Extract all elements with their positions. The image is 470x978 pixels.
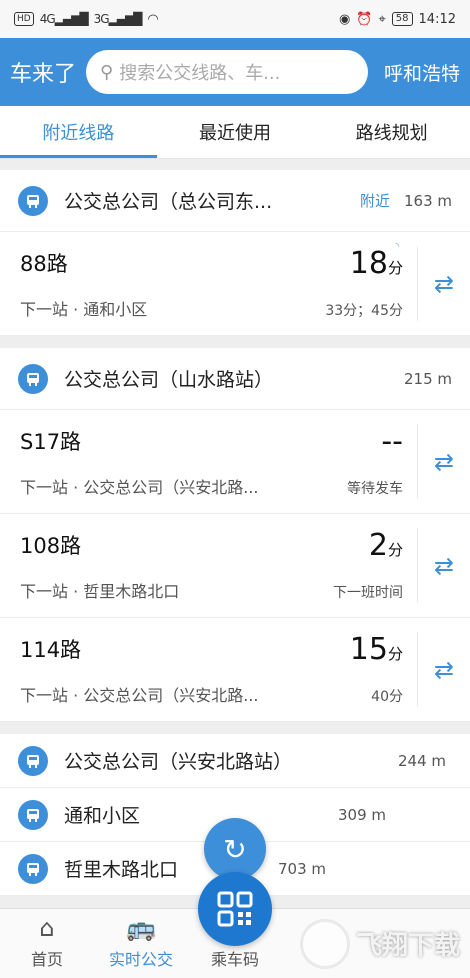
following-times: 40分 [371,689,403,705]
route-info: 114路 下一站 · 公交总公司（兴安北路... 15分 40分 [0,618,417,721]
status-bar: HD 4G▂▄▆█ 3G▂▄▆█ ◠ ◉ ⏰ ⌖ 58 14:12 [0,0,470,38]
status-left: HD 4G▂▄▆█ 3G▂▄▆█ ◠ [14,12,159,27]
following-times: 等待发车 [347,481,403,497]
watermark: 飞翔下载 [300,910,470,977]
city-selector[interactable]: 呼和浩特 [384,59,460,86]
bus-stop-icon [18,363,48,394]
watermark-text: 飞翔下载 [356,931,461,961]
nav-realtime-bus[interactable]: 🚌 实时公交 [94,909,188,978]
following-times: 下一班时间 [333,585,403,601]
tab-route-planning[interactable]: 路线规划 [313,106,470,158]
bus-stop-icon [18,799,48,830]
route-row[interactable]: 88路 下一站 · 通和小区 ◝ 18分 33分；45分 ⇄ [0,232,470,336]
hd-indicator: HD [14,12,34,26]
nav-home-label: 首页 [30,950,63,969]
watermark-logo-icon [300,918,350,969]
switch-direction-icon[interactable]: ⇄ [417,528,470,603]
switch-direction-icon[interactable]: ⇄ [417,424,470,499]
arrival-minutes: 15 [349,632,388,667]
route-name: S17路 [20,430,82,454]
arrival-unit: 分 [387,541,403,559]
nav-ride-code-label: 乘车码 [210,950,259,969]
arrival-time: 18分 [350,246,403,281]
search-input[interactable]: ⚲ 搜索公交线路、车... [86,50,368,94]
arrival-minutes: 2 [368,528,388,563]
status-right: ◉ ⏰ ⌖ 58 14:12 [339,12,456,27]
route-row[interactable]: 108路 下一站 · 哲里木路北口 2分 下一班时间 ⇄ [0,514,470,618]
route-name: 114路 [20,638,82,662]
stop-card: 公交总公司（山水路站） 215 m S17路 下一站 · 公交总公司（兴安北路.… [0,348,470,722]
tab-nearby-routes[interactable]: 附近线路 [0,106,157,158]
switch-direction-icon[interactable]: ⇄ [417,246,470,321]
bus-icon: 🚌 [126,914,156,942]
home-icon: ⌂ [39,914,55,942]
stop-distance: 309 m [338,805,387,824]
stop-name: 公交总公司（兴安北路站） [64,751,293,773]
stop-name: 通和小区 [64,805,141,827]
route-info: S17路 下一站 · 公交总公司（兴安北路... -- 等待发车 [0,410,417,513]
arrival-minutes: 18 [349,246,388,281]
qr-code-icon [217,891,253,927]
eye-icon: ◉ [338,11,351,27]
search-icon: ⚲ [100,61,114,83]
location-icon: ⌖ [378,11,386,27]
stop-header[interactable]: 公交总公司（总公司东... 附近 163 m [0,170,470,232]
battery-icon: 58 [391,12,413,26]
route-row[interactable]: 114路 下一站 · 公交总公司（兴安北路... 15分 40分 ⇄ [0,618,470,722]
route-info: 88路 下一站 · 通和小区 ◝ 18分 33分；45分 [0,232,417,335]
arrival-time: 2分 [369,528,403,563]
arrival-minutes: -- [381,424,403,459]
nav-home[interactable]: ⌂ 首页 [0,909,94,978]
route-next-stop: 下一站 · 公交总公司（兴安北路... [20,686,259,705]
wifi-icon: ◠ [147,11,159,27]
bus-stop-icon [18,853,48,884]
following-times: 33分；45分 [325,303,403,319]
refresh-icon: ↻ [223,832,247,866]
qr-code-button[interactable] [198,872,272,946]
arrival-time: -- [381,424,403,459]
stop-distance: 215 m [403,369,452,388]
nearby-tag: 附近 [359,192,390,210]
route-row[interactable]: S17路 下一站 · 公交总公司（兴安北路... -- 等待发车 ⇄ [0,410,470,514]
stop-distance: 244 m [398,751,447,770]
route-name: 88路 [20,252,68,276]
app-title: 车来了 [10,62,77,87]
route-info: 108路 下一站 · 哲里木路北口 2分 下一班时间 [0,514,417,617]
signal-3g-icon: 3G▂▄▆█ [93,12,143,26]
arrival-unit: 分 [387,645,403,663]
stop-distance: 163 m [403,191,452,210]
route-next-stop: 下一站 · 通和小区 [20,300,148,319]
bus-stop-icon [18,185,48,216]
arrival-time: 15分 [350,632,403,667]
signal-4g-icon: 4G▂▄▆█ [39,12,89,26]
tab-bar: 附近线路 最近使用 路线规划 [0,106,470,159]
stop-distance: 703 m [278,859,327,878]
nav-realtime-bus-label: 实时公交 [108,950,173,969]
search-placeholder: 搜索公交线路、车... [119,63,281,84]
stop-header[interactable]: 公交总公司（山水路站） 215 m [0,348,470,410]
nearby-stop-item[interactable]: 公交总公司（兴安北路站） 244 m [0,734,470,788]
status-time: 14:12 [418,11,456,27]
app-header: 车来了 ⚲ 搜索公交线路、车... 呼和浩特 [0,38,470,106]
route-name: 108路 [20,534,82,558]
switch-direction-icon[interactable]: ⇄ [417,632,470,707]
route-next-stop: 下一站 · 公交总公司（兴安北路... [20,478,259,497]
content-list: 公交总公司（总公司东... 附近 163 m 88路 下一站 · 通和小区 ◝ … [0,170,470,896]
stop-name: 公交总公司（总公司东... [64,191,273,213]
stop-name: 公交总公司（山水路站） [64,369,274,391]
signal-4g-label: 4G [39,12,56,26]
tab-recent[interactable]: 最近使用 [157,106,314,158]
signal-3g-label: 3G [93,12,110,26]
arrival-unit: 分 [387,259,403,277]
bus-stop-icon [18,745,48,776]
refresh-button[interactable]: ↻ [204,818,266,880]
stop-card: 公交总公司（总公司东... 附近 163 m 88路 下一站 · 通和小区 ◝ … [0,170,470,336]
alarm-icon: ⏰ [356,11,373,27]
route-next-stop: 下一站 · 哲里木路北口 [20,582,180,601]
